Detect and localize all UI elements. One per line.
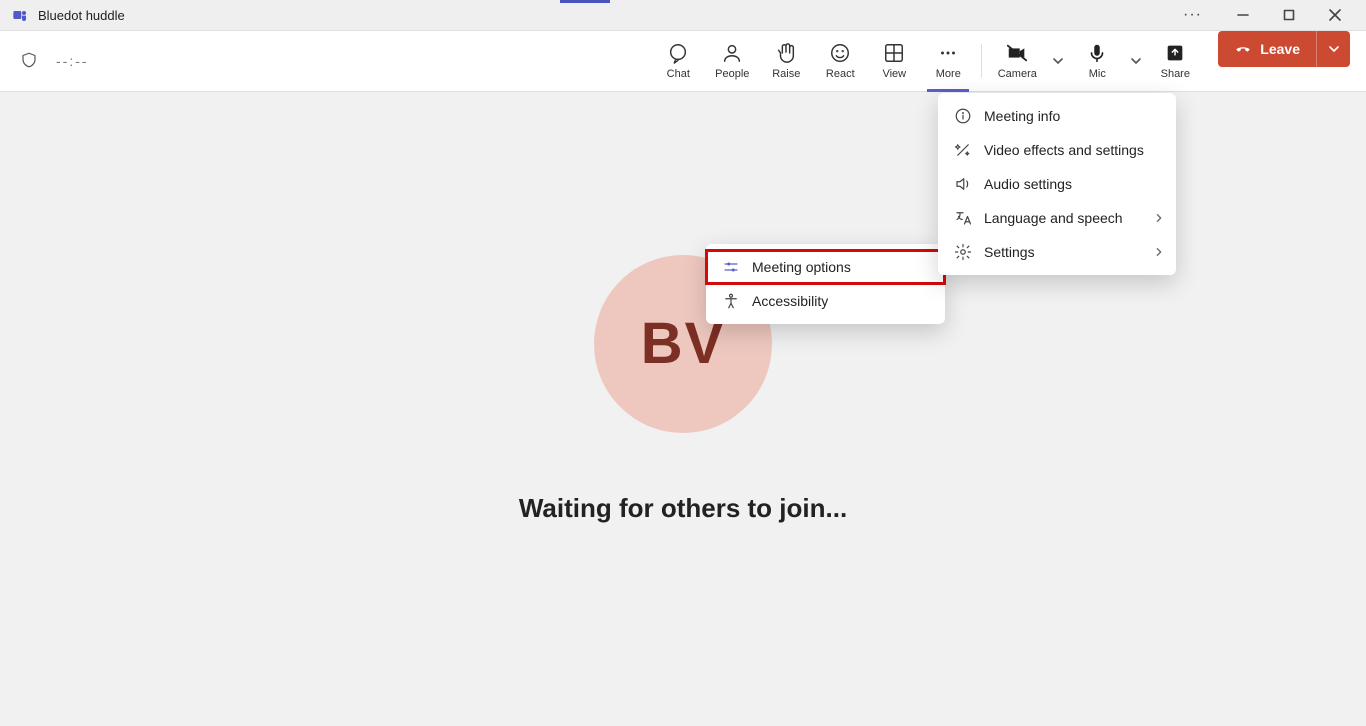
waiting-text: Waiting for others to join... xyxy=(519,493,847,524)
meeting-timer: --:-- xyxy=(56,53,89,69)
leave-button[interactable]: Leave xyxy=(1218,31,1316,67)
chat-button[interactable]: Chat xyxy=(651,31,705,91)
language-speech-label: Language and speech xyxy=(984,210,1123,226)
camera-off-icon xyxy=(1006,42,1028,64)
speaker-icon xyxy=(954,175,972,193)
meeting-options-item[interactable]: Meeting options xyxy=(706,250,945,284)
camera-button[interactable]: Camera xyxy=(988,31,1046,91)
view-icon xyxy=(883,42,905,64)
people-icon xyxy=(721,42,743,64)
leave-caret[interactable] xyxy=(1316,31,1350,67)
minimize-button[interactable] xyxy=(1220,0,1266,31)
share-icon xyxy=(1164,42,1186,64)
people-button[interactable]: People xyxy=(705,31,759,91)
title-bar: Bluedot huddle ··· xyxy=(0,0,1366,31)
settings-item[interactable]: Settings xyxy=(938,235,1176,269)
accessibility-label: Accessibility xyxy=(752,293,828,309)
chevron-right-icon xyxy=(1154,244,1164,260)
video-effects-item[interactable]: Video effects and settings xyxy=(938,133,1176,167)
raise-hand-button[interactable]: Raise xyxy=(759,31,813,91)
chevron-right-icon xyxy=(1154,210,1164,226)
chat-icon xyxy=(667,42,689,64)
react-icon xyxy=(829,42,851,64)
more-icon xyxy=(937,42,959,64)
window-more-icon[interactable]: ··· xyxy=(1175,6,1210,24)
language-speech-item[interactable]: Language and speech xyxy=(938,201,1176,235)
video-effects-label: Video effects and settings xyxy=(984,142,1144,158)
close-button[interactable] xyxy=(1312,0,1358,31)
maximize-button[interactable] xyxy=(1266,0,1312,31)
meeting-info-label: Meeting info xyxy=(984,108,1060,124)
raise-label: Raise xyxy=(772,68,800,80)
meeting-options-label: Meeting options xyxy=(752,259,851,275)
mic-label: Mic xyxy=(1089,68,1106,80)
audio-settings-item[interactable]: Audio settings xyxy=(938,167,1176,201)
leave-label: Leave xyxy=(1260,41,1300,57)
accessibility-icon xyxy=(722,292,740,310)
settings-submenu: Meeting options Accessibility xyxy=(706,244,945,324)
window-title: Bluedot huddle xyxy=(38,8,125,23)
react-button[interactable]: React xyxy=(813,31,867,91)
view-label: View xyxy=(882,68,906,80)
language-icon xyxy=(954,209,972,227)
shield-icon[interactable] xyxy=(20,51,38,71)
sliders-icon xyxy=(722,258,740,276)
more-label: More xyxy=(936,68,961,80)
gear-icon xyxy=(954,243,972,261)
wand-icon xyxy=(954,141,972,159)
info-icon xyxy=(954,107,972,125)
camera-label: Camera xyxy=(998,68,1037,80)
teams-app-icon xyxy=(12,7,28,23)
settings-label: Settings xyxy=(984,244,1035,260)
camera-caret[interactable] xyxy=(1046,31,1070,91)
raise-hand-icon xyxy=(775,42,797,64)
audio-settings-label: Audio settings xyxy=(984,176,1072,192)
share-label: Share xyxy=(1161,68,1190,80)
hangup-icon xyxy=(1234,39,1252,60)
react-label: React xyxy=(826,68,855,80)
mic-icon xyxy=(1086,42,1108,64)
share-button[interactable]: Share xyxy=(1148,31,1202,91)
active-tab-indicator xyxy=(560,0,610,3)
view-button[interactable]: View xyxy=(867,31,921,91)
people-label: People xyxy=(715,68,749,80)
toolbar-separator xyxy=(981,44,982,78)
mic-button[interactable]: Mic xyxy=(1070,31,1124,91)
meeting-toolbar: --:-- Chat People Raise React View More xyxy=(0,31,1366,92)
mic-caret[interactable] xyxy=(1124,31,1148,91)
chat-label: Chat xyxy=(667,68,690,80)
more-menu: Meeting info Video effects and settings … xyxy=(938,93,1176,275)
more-button[interactable]: More xyxy=(921,31,975,91)
accessibility-item[interactable]: Accessibility xyxy=(706,284,945,318)
meeting-info-item[interactable]: Meeting info xyxy=(938,99,1176,133)
